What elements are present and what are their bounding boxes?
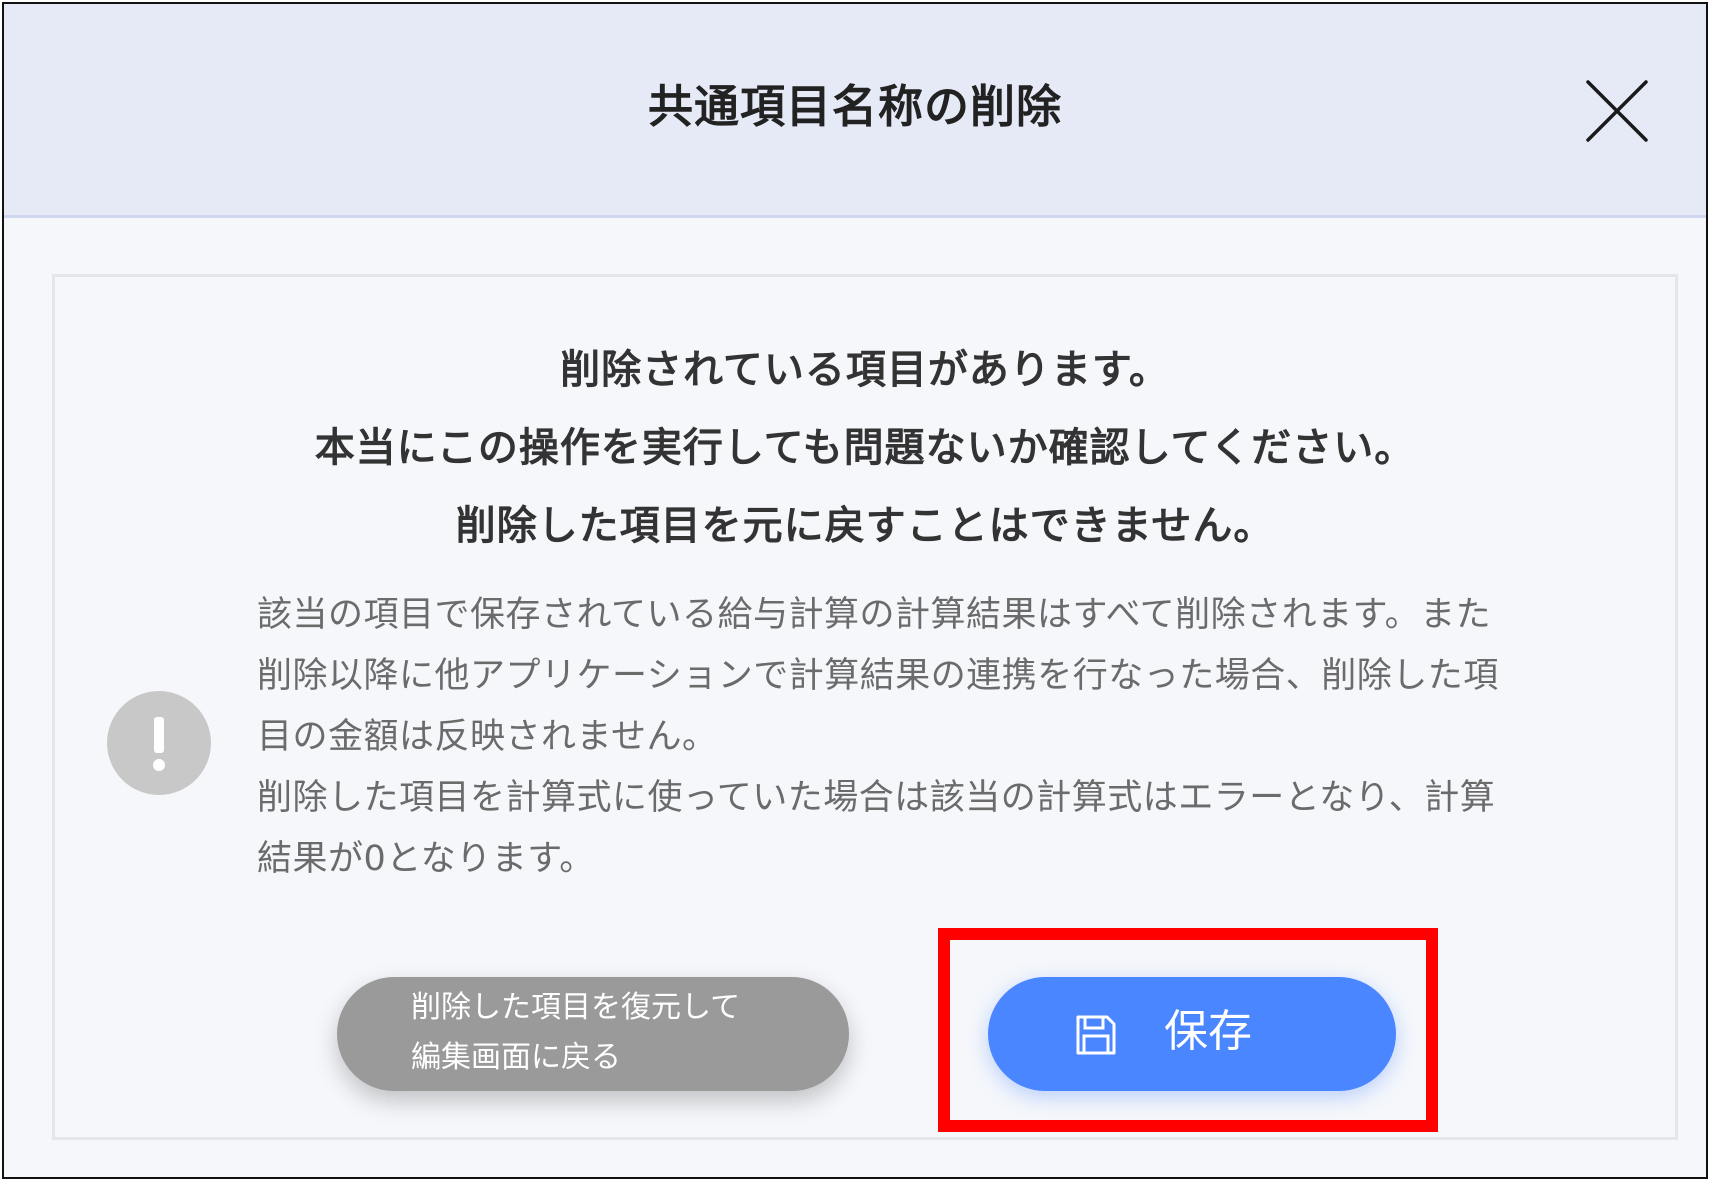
save-button-label: 保存 [1164, 1006, 1252, 1057]
warning-headline-2: 本当にこの操作を実行しても問題ないか確認してください。 [314, 425, 1416, 471]
close-button[interactable] [1582, 76, 1652, 146]
restore-button-label-line-1: 削除した項目を復元して [411, 990, 741, 1025]
detail-line: 該当の項目で保存されている給与計算の計算結果はすべて削除されます。また [257, 595, 1492, 635]
detail-line: 削除以降に他アプリケーションで計算結果の連携を行なった場合、削除した項 [257, 656, 1499, 696]
floppy-disk-icon [1074, 1013, 1118, 1057]
warning-headline-1: 削除されている項目があります。 [560, 347, 1170, 393]
message-panel: 削除されている項目があります。 本当にこの操作を実行しても問題ないか確認してくだ… [52, 274, 1678, 1140]
restore-and-return-button[interactable]: 削除した項目を復元して 編集画面に戻る [337, 977, 849, 1091]
exclamation-icon [107, 691, 211, 795]
detail-line: 結果が0となります。 [257, 839, 595, 879]
detail-line: 削除した項目を計算式に使っていた場合は該当の計算式はエラーとなり、計算 [257, 778, 1496, 818]
warning-details: 該当の項目で保存されている給与計算の計算結果はすべて削除されます。また 削除以降… [257, 585, 1613, 890]
delete-confirm-dialog: 共通項目名称の削除 削除されている項目があります。 本当にこの操作を実行しても問… [2, 2, 1708, 1179]
save-button[interactable]: 保存 [988, 977, 1396, 1091]
close-icon [1586, 80, 1648, 142]
dialog-header: 共通項目名称の削除 [4, 4, 1706, 218]
warning-headline-3: 削除した項目を元に戻すことはできません。 [455, 503, 1275, 549]
dialog-title: 共通項目名称の削除 [647, 80, 1062, 133]
restore-button-label-line-2: 編集画面に戻る [411, 1040, 621, 1075]
detail-line: 目の金額は反映されません。 [257, 717, 718, 757]
